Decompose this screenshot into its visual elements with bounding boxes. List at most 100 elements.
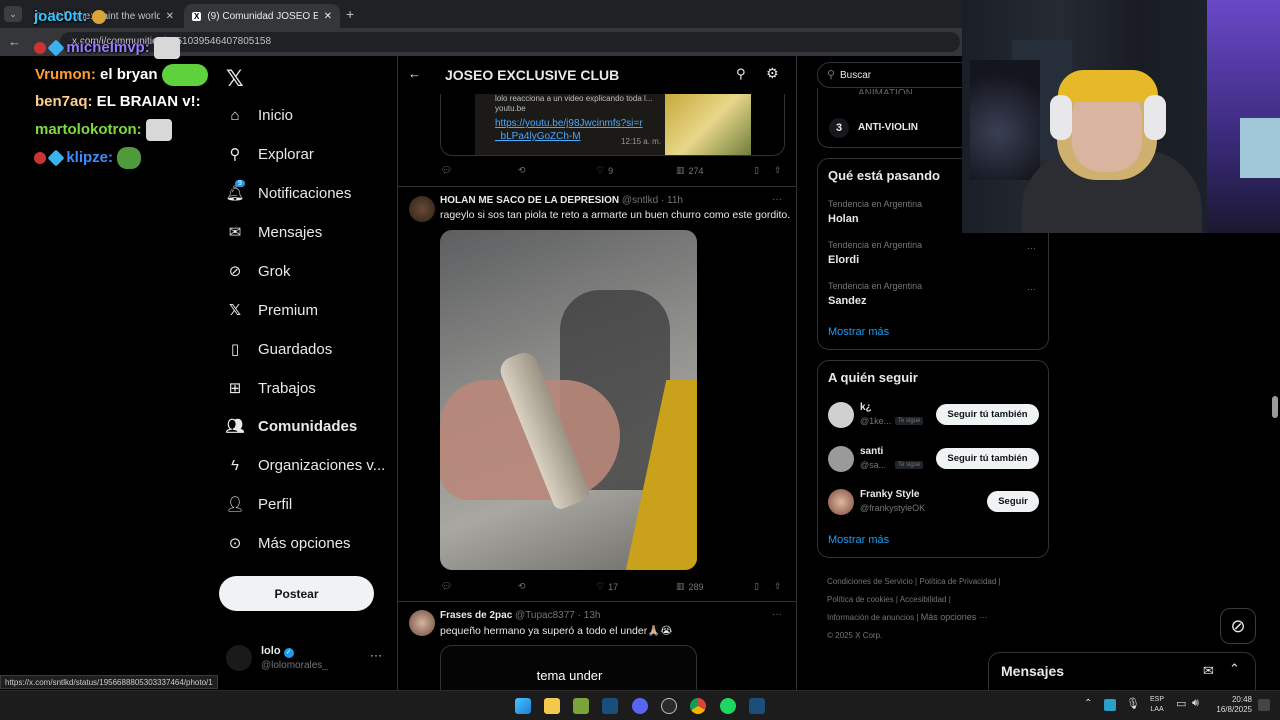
author-handle[interactable]: @sntlkd <box>622 195 658 206</box>
grok-button[interactable]: ⊘ <box>1220 608 1256 644</box>
search-input[interactable]: Buscar <box>840 70 871 81</box>
close-icon[interactable]: ✕ <box>166 11 174 22</box>
author-name[interactable]: Frases de 2pac <box>440 610 512 621</box>
follow-item[interactable]: santi @sa... Te sigue Seguir tú también <box>828 445 1040 475</box>
x-logo-icon[interactable]: 𝕏 <box>226 66 244 92</box>
messages-drawer[interactable]: Mensajes ✉ ⌃ <box>988 652 1256 690</box>
tab-comunidad[interactable]: X (9) Comunidad JOSEO EXCLUSI ✕ <box>184 4 340 28</box>
nav-item-perfil[interactable]: 👤︎ Perfil <box>225 495 292 514</box>
obs-icon[interactable] <box>661 698 677 714</box>
nav-item-mensajes[interactable]: ✉ Mensajes <box>226 223 323 242</box>
repost-button[interactable]: ⟲ <box>518 581 526 592</box>
chart-icon: ▥ <box>676 165 685 175</box>
volume-icon[interactable]: 🔊︎ <box>1192 697 1199 710</box>
envelope-icon: ✉ <box>228 224 242 241</box>
nav-item-trabajos[interactable]: ⊞ Trabajos <box>226 379 316 398</box>
follow-item[interactable]: Franky Style @frankystyleOK Seguir <box>828 488 1040 518</box>
post-button[interactable]: Postear <box>219 576 374 611</box>
bookmark-button[interactable]: ▯ <box>754 165 759 176</box>
more-icon[interactable]: ··· <box>370 648 382 662</box>
footer-link[interactable]: Condiciones de Servicio <box>827 577 913 586</box>
follow-back-button[interactable]: Seguir tú también <box>936 404 1039 425</box>
trend-item[interactable]: Tendencia en Argentina Elordi <box>828 240 1038 266</box>
author-handle[interactable]: @Tupac8377 <box>515 610 575 621</box>
footer-link[interactable]: Más opciones ··· <box>921 612 988 622</box>
more-icon[interactable]: ··· <box>1027 243 1036 253</box>
account-switcher[interactable]: lolo ✓ @lolomorales_ ··· <box>226 643 386 673</box>
follow-back-button[interactable]: Seguir tú también <box>936 448 1039 469</box>
nav-item-mas-opciones[interactable]: ⊙ Más opciones <box>226 534 351 553</box>
list-item-name[interactable]: ANTI-VIOLIN <box>858 122 918 133</box>
quoted-card[interactable]: lolo reacciona a un video explicando tod… <box>440 94 785 156</box>
quoted-link[interactable]: _bLPa4lyGoZCh-M <box>495 131 581 142</box>
windows-start-icon[interactable] <box>515 698 531 714</box>
nav-item-comunidades[interactable]: 👥︎ Comunidades <box>225 417 357 436</box>
author-name[interactable]: HOLAN ME SACO DE LA DEPRESION <box>440 195 619 206</box>
post-image[interactable] <box>440 230 697 570</box>
webcam-headphone-right <box>1144 95 1166 140</box>
nav-item-inicio[interactable]: ⌂ Inicio <box>226 106 293 124</box>
share-button[interactable]: ⇪ <box>774 165 782 176</box>
footer-link[interactable]: Política de Privacidad <box>919 577 996 586</box>
trend-item[interactable]: Tendencia en Argentina Sandez <box>828 281 1038 307</box>
share-button[interactable]: ⇪ <box>774 581 782 592</box>
steam-icon[interactable] <box>602 698 618 714</box>
tray-app-icon[interactable] <box>1104 699 1116 711</box>
repost-button[interactable]: ⟲ <box>518 165 526 176</box>
more-icon[interactable]: ··· <box>772 194 782 205</box>
follow-item[interactable]: k¿ @1ke... Te sigue Seguir tú también <box>828 401 1040 431</box>
like-button[interactable]: ♡ 17 <box>596 581 618 592</box>
follow-button[interactable]: Seguir <box>987 491 1039 512</box>
more-icon[interactable]: ··· <box>1027 284 1036 294</box>
chevron-up-icon[interactable]: ⌃ <box>1084 698 1092 709</box>
discord-icon[interactable] <box>632 698 648 714</box>
nav-item-premium[interactable]: 𝕏 Premium <box>226 301 318 320</box>
spotify-icon[interactable] <box>720 698 736 714</box>
expand-icon[interactable]: ⌃ <box>1229 661 1240 677</box>
clock[interactable]: 20:48 16/8/2025 <box>1212 695 1252 715</box>
avatar[interactable] <box>409 610 435 636</box>
language-indicator[interactable]: ESP LAA <box>1150 695 1164 715</box>
search-box[interactable]: ⚲ Buscar <box>817 62 977 88</box>
microphone-icon[interactable]: 🎙︎ <box>1126 697 1140 710</box>
network-icon[interactable]: ▭ <box>1176 697 1186 710</box>
gear-icon[interactable]: ⚙ <box>766 65 779 82</box>
back-arrow-icon[interactable]: ← <box>8 34 21 49</box>
footer-link[interactable]: Política de cookies <box>827 595 894 604</box>
more-icon[interactable]: ··· <box>772 609 782 620</box>
show-more-link[interactable]: Mostrar más <box>828 326 889 338</box>
reply-button[interactable]: 💬︎ <box>441 581 452 592</box>
badge-icon <box>47 149 65 167</box>
views-button[interactable]: ▥ 289 <box>676 581 704 592</box>
spreadsheet-icon[interactable] <box>573 698 589 714</box>
quoted-link[interactable]: https://youtu.be/j98Jwcinmfs?si=r <box>495 118 643 129</box>
search-icon[interactable]: ⚲ <box>736 66 746 82</box>
tab-search-icon[interactable]: ⌄ <box>4 6 22 22</box>
close-icon[interactable]: ✕ <box>324 11 332 22</box>
footer-link[interactable]: Información de anuncios <box>827 613 914 622</box>
like-button[interactable]: ♡ 9 <box>596 165 613 176</box>
file-explorer-icon[interactable] <box>544 698 560 714</box>
chrome-icon[interactable] <box>690 698 706 714</box>
views-button[interactable]: ▥ 274 <box>676 165 704 176</box>
nav-item-guardados[interactable]: ▯ Guardados <box>226 340 332 359</box>
nav-item-notificaciones[interactable]: 🔔︎ 9 Notificaciones <box>225 180 351 202</box>
trending-title: Qué está pasando <box>828 168 940 183</box>
new-message-icon[interactable]: ✉ <box>1203 663 1214 679</box>
notification-center-icon[interactable] <box>1258 699 1270 711</box>
page-scrollbar[interactable] <box>1272 396 1278 418</box>
nav-item-grok[interactable]: ⊘ Grok <box>226 262 291 281</box>
avatar[interactable] <box>409 196 435 222</box>
new-tab-button[interactable]: + <box>346 6 354 22</box>
back-arrow-icon[interactable]: ← <box>408 66 421 81</box>
reply-button[interactable]: 💬︎ <box>441 165 452 176</box>
post-card[interactable]: tema under <box>440 645 697 690</box>
bookmark-button[interactable]: ▯ <box>754 581 759 592</box>
url-field[interactable]: x.com/i/communities/1851039546407805158 <box>60 32 960 52</box>
footer-link[interactable]: Accesibilidad <box>900 595 947 604</box>
nav-item-explorar[interactable]: ⚲ Explorar <box>226 145 314 164</box>
show-more-link[interactable]: Mostrar más <box>828 534 889 546</box>
nav-item-organizaciones[interactable]: ϟ Organizaciones v... <box>226 456 385 474</box>
steam-icon[interactable] <box>749 698 765 714</box>
people-icon: 👥︎ <box>225 418 245 435</box>
